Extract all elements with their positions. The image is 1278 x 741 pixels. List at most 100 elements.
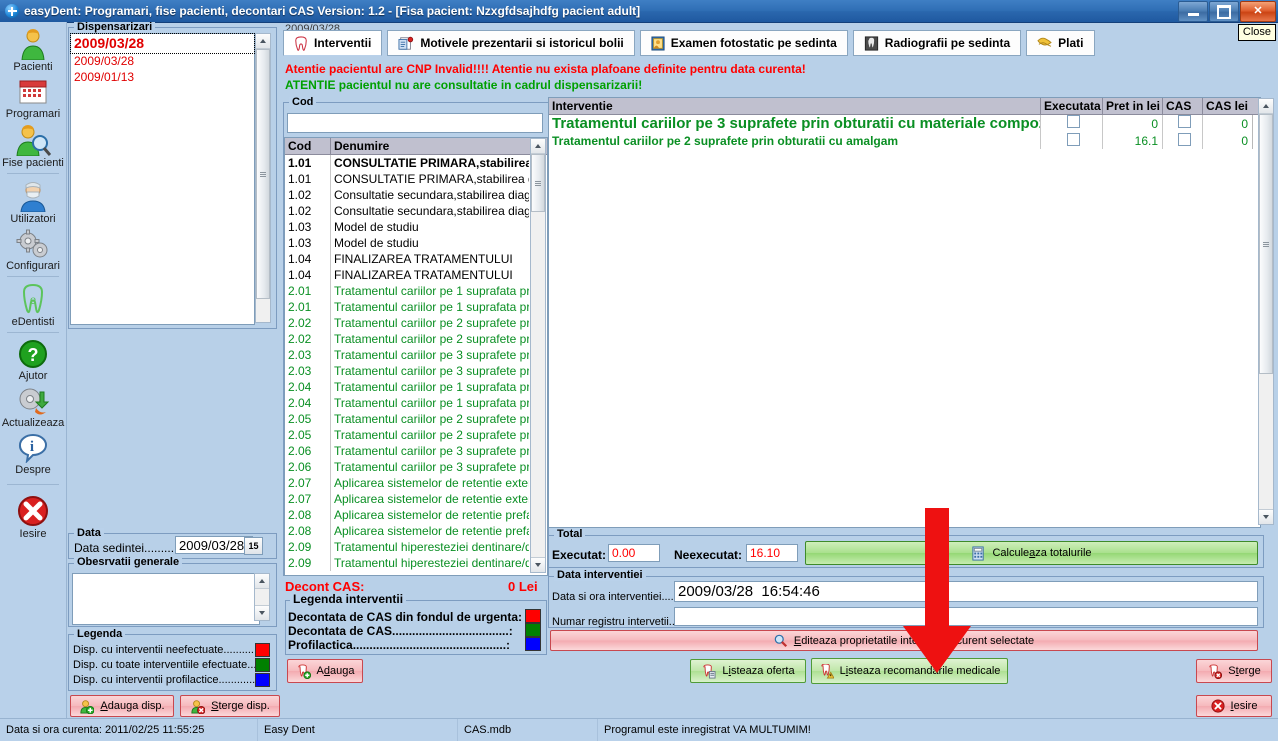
cell-executata[interactable]: [1041, 115, 1103, 133]
list-item[interactable]: 2009/01/13: [71, 69, 254, 85]
scroll-down-arrow[interactable]: [1259, 509, 1273, 524]
sidebar-item-pacienti[interactable]: Pacienti: [0, 22, 66, 73]
scroll-thumb[interactable]: [1259, 114, 1273, 374]
table-row[interactable]: 2.01Tratamentul cariilor pe 1 suprafata …: [285, 283, 547, 299]
table-row[interactable]: 2.07Aplicarea sistemelor de retentie ext…: [285, 475, 547, 491]
cod-search-input[interactable]: [287, 113, 543, 133]
cod-grid-body[interactable]: 1.01CONSULTATIE PRIMARA,stabilirea diag1…: [285, 155, 547, 571]
data-ora-interventiei-input[interactable]: [674, 581, 1258, 602]
adauga-button[interactable]: Adauga: [287, 659, 363, 683]
scroll-thumb[interactable]: [531, 154, 545, 212]
observatii-scrollbar[interactable]: [254, 573, 270, 621]
dispensarizari-scrollbar[interactable]: [255, 33, 271, 323]
iesire-button[interactable]: Iesire: [1196, 695, 1272, 717]
executata-checkbox[interactable]: [1067, 115, 1080, 128]
observatii-textarea[interactable]: [72, 573, 260, 625]
table-row[interactable]: 2.09Tratamentul hiperesteziei dentinare/…: [285, 555, 547, 571]
table-row[interactable]: 2.06Tratamentul cariilor pe 3 suprafete …: [285, 443, 547, 459]
table-row[interactable]: 2.08Aplicarea sistemelor de retentie pre…: [285, 523, 547, 539]
minimize-button[interactable]: [1178, 1, 1208, 22]
adauga-disp-button[interactable]: Adauga disp.: [70, 695, 174, 717]
sidebar-item-fise-pacienti[interactable]: Fise pacienti: [0, 120, 66, 169]
table-row[interactable]: 2.08Aplicarea sistemelor de retentie pre…: [285, 507, 547, 523]
table-row[interactable]: 1.01CONSULTATIE PRIMARA,stabilirea diag: [285, 155, 547, 171]
list-item[interactable]: 2009/03/28: [71, 53, 254, 69]
table-row[interactable]: 1.03Model de studiu: [285, 235, 547, 251]
sidebar-item-utilizatori[interactable]: Utilizatori: [0, 176, 66, 225]
list-item[interactable]: 2009/03/28: [71, 34, 254, 53]
cell-cas[interactable]: [1163, 133, 1203, 149]
cas-checkbox[interactable]: [1178, 115, 1191, 128]
scroll-down-arrow[interactable]: [255, 605, 269, 620]
scroll-up-arrow[interactable]: [1259, 99, 1273, 114]
sidebar-item-edentisti[interactable]: e eDentisti: [0, 279, 66, 328]
sidebar-item-label: Pacienti: [0, 61, 66, 73]
scroll-up-arrow[interactable]: [255, 574, 269, 589]
cod-grid-scrollbar[interactable]: [530, 138, 546, 573]
tab-plati[interactable]: Plati: [1026, 30, 1094, 56]
listeaza-oferta-button[interactable]: Listeaza oferta: [690, 659, 806, 683]
table-row[interactable]: 2.01Tratamentul cariilor pe 1 suprafata …: [285, 299, 547, 315]
table-row[interactable]: 1.04FINALIZAREA TRATAMENTULUI: [285, 251, 547, 267]
cell-denumire: Aplicarea sistemelor de retentie extempo…: [331, 491, 529, 507]
app-logo-icon: [5, 4, 19, 18]
sidebar-item-ajutor[interactable]: ? Ajutor: [0, 335, 66, 382]
data-sedintei-input[interactable]: [175, 536, 253, 554]
numar-registru-input[interactable]: [674, 607, 1258, 626]
interventie-grid[interactable]: Interventie Executata Pret in lei CAS CA…: [548, 97, 1261, 528]
listeaza-recomandarile-button[interactable]: Listeaza recomandarile medicale: [811, 658, 1008, 684]
table-row[interactable]: Tratamentul cariilor pe 3 suprafete prin…: [549, 115, 1260, 133]
table-row[interactable]: 2.05Tratamentul cariilor pe 2 suprafete …: [285, 427, 547, 443]
sidebar-item-iesire[interactable]: Iesire: [0, 487, 66, 540]
table-row[interactable]: 2.07Aplicarea sistemelor de retentie ext…: [285, 491, 547, 507]
cell-cas[interactable]: [1163, 115, 1203, 133]
table-row[interactable]: 2.03Tratamentul cariilor pe 3 suprafete …: [285, 363, 547, 379]
table-row[interactable]: 2.05Tratamentul cariilor pe 2 suprafete …: [285, 411, 547, 427]
sidebar-item-actualizeaza[interactable]: Actualizeaza: [0, 382, 66, 429]
table-row[interactable]: 2.06Tratamentul cariilor pe 3 suprafete …: [285, 459, 547, 475]
scroll-thumb[interactable]: [256, 49, 270, 299]
close-button[interactable]: ✕: [1240, 1, 1276, 22]
table-row[interactable]: 2.04Tratamentul cariilor pe 1 suprafata …: [285, 395, 547, 411]
table-row[interactable]: 1.03Model de studiu: [285, 219, 547, 235]
table-row[interactable]: 1.04FINALIZAREA TRATAMENTULUI: [285, 267, 547, 283]
executat-input[interactable]: [608, 544, 660, 562]
sterge-disp-button[interactable]: Sterge disp.: [180, 695, 280, 717]
calendar-picker-icon[interactable]: 15: [244, 537, 263, 555]
executata-checkbox[interactable]: [1067, 133, 1080, 146]
editeaza-proprietatile-button[interactable]: Editeaza proprietatile interventiei cure…: [550, 630, 1258, 651]
cell-executata[interactable]: [1041, 133, 1103, 149]
interventie-grid-scrollbar[interactable]: [1258, 98, 1274, 525]
interventie-grid-body[interactable]: Tratamentul cariilor pe 3 suprafete prin…: [549, 115, 1260, 149]
tab-label: Examen fotostatic pe sedinta: [671, 36, 837, 50]
sidebar-item-despre[interactable]: i Despre: [0, 429, 66, 476]
scroll-up-arrow[interactable]: [256, 34, 270, 49]
scroll-down-arrow[interactable]: [531, 557, 545, 572]
sterge-button[interactable]: Sterge: [1196, 659, 1272, 683]
neexecutat-input[interactable]: [746, 544, 798, 562]
legenda-interventii-caption: Legenda interventii: [290, 594, 406, 605]
column-header-cod: Cod: [285, 138, 331, 155]
scroll-up-arrow[interactable]: [531, 139, 545, 154]
svg-text:e: e: [30, 293, 36, 308]
table-row[interactable]: 2.02Tratamentul cariilor pe 2 suprafete …: [285, 331, 547, 347]
tab-interventii[interactable]: Interventii: [283, 30, 382, 56]
tab-radiografii[interactable]: Radiografii pe sedinta: [853, 30, 1021, 56]
table-row[interactable]: 1.01CONSULTATIE PRIMARA,stabilirea diag: [285, 171, 547, 187]
sidebar-item-configurari[interactable]: Configurari: [0, 225, 66, 272]
table-row[interactable]: Tratamentul cariilor pe 2 suprafete prin…: [549, 133, 1260, 149]
maximize-button[interactable]: [1209, 1, 1239, 22]
tab-motivele-prezentarii[interactable]: Motivele prezentarii si istoricul bolii: [387, 30, 634, 56]
table-row[interactable]: 2.03Tratamentul cariilor pe 3 suprafete …: [285, 347, 547, 363]
table-row[interactable]: 2.04Tratamentul cariilor pe 1 suprafata …: [285, 379, 547, 395]
cod-grid[interactable]: Cod Denumire 1.01CONSULTATIE PRIMARA,sta…: [284, 137, 548, 576]
table-row[interactable]: 1.02Consultatie secundara,stabilirea dia…: [285, 203, 547, 219]
tab-examen-fotostatic[interactable]: Examen fotostatic pe sedinta: [640, 30, 848, 56]
table-row[interactable]: 2.09Tratamentul hiperesteziei dentinare/…: [285, 539, 547, 555]
dispensarizari-list[interactable]: 2009/03/28 2009/03/28 2009/01/13: [70, 33, 255, 325]
calculeaza-totalurile-button[interactable]: Calculeaza totalurile: [805, 541, 1258, 565]
table-row[interactable]: 1.02Consultatie secundara,stabilirea dia…: [285, 187, 547, 203]
sidebar-item-programari[interactable]: Programari: [0, 73, 66, 120]
cas-checkbox[interactable]: [1178, 133, 1191, 146]
table-row[interactable]: 2.02Tratamentul cariilor pe 2 suprafete …: [285, 315, 547, 331]
